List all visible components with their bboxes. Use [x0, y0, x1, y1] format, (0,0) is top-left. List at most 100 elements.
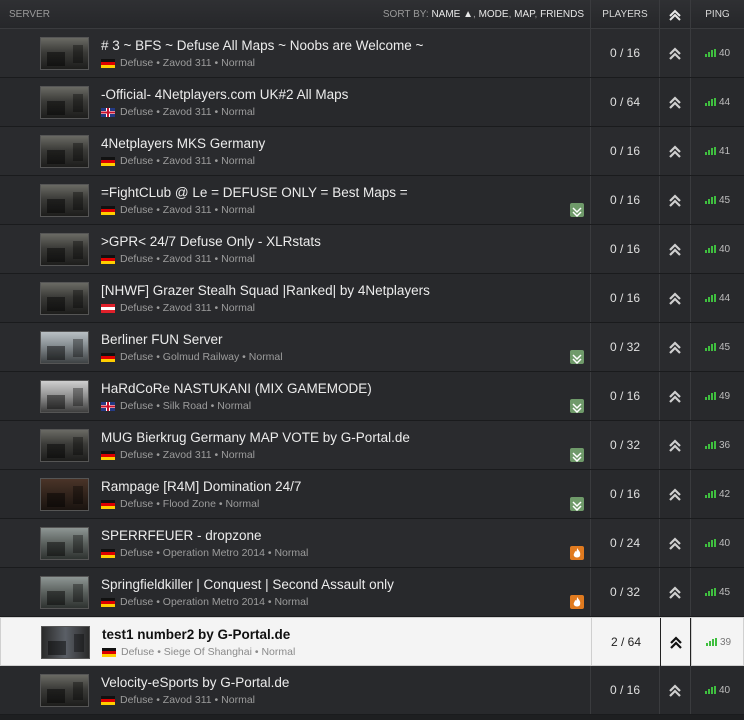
ranked-badge-icon [570, 203, 584, 217]
rank-chevron-icon [669, 9, 681, 21]
server-info: >GPR< 24/7 Defuse Only - XLRstats Defuse… [0, 225, 590, 273]
country-flag-icon [101, 352, 115, 362]
server-name: HaRdCoRe NASTUKANI (MIX GAMEMODE) [101, 381, 372, 396]
signal-bars-icon [704, 245, 716, 253]
server-row[interactable]: [NHWF] Grazer Stealh Squad |Ranked| by 4… [0, 274, 744, 323]
server-row[interactable]: MUG Bierkrug Germany MAP VOTE by G-Porta… [0, 421, 744, 470]
rank-chevron-icon [669, 586, 681, 599]
ping-value: 45 [718, 341, 731, 353]
rank-chevron-icon [669, 439, 681, 452]
map-thumbnail [40, 331, 89, 364]
server-mode: Defuse [120, 498, 154, 510]
country-flag-icon [101, 401, 115, 411]
server-info: Velocity-eSports by G-Portal.de Defuse •… [0, 666, 590, 714]
column-players[interactable]: PLAYERS [590, 0, 659, 29]
server-map: Golmud Railway [162, 351, 240, 363]
ping-value: 42 [718, 488, 731, 500]
server-row[interactable]: SPERRFEUER - dropzone Defuse • Operation… [0, 519, 744, 568]
ranked-badge-icon [570, 497, 584, 511]
server-row[interactable]: Rampage [R4M] Domination 24/7 Defuse • F… [0, 470, 744, 519]
player-count: 0 / 32 [590, 568, 659, 616]
map-thumbnail [40, 233, 89, 266]
server-row[interactable]: >GPR< 24/7 Defuse Only - XLRstats Defuse… [0, 225, 744, 274]
player-count: 0 / 16 [590, 470, 659, 518]
server-preset: Normal [221, 302, 255, 314]
signal-bars-icon [704, 294, 716, 302]
rank-chevron-icon [669, 488, 681, 501]
server-map: Siege Of Shanghai [163, 646, 252, 658]
map-thumbnail [40, 86, 89, 119]
signal-bars-icon [704, 49, 716, 57]
sort-option-name[interactable]: NAME ▲ [431, 9, 473, 20]
rank-chevron-icon [669, 47, 681, 60]
country-flag-icon [101, 58, 115, 68]
server-map: Zavod 311 [162, 302, 212, 314]
server-info: MUG Bierkrug Germany MAP VOTE by G-Porta… [0, 421, 590, 469]
player-count: 0 / 16 [590, 666, 659, 714]
ping-value: 45 [718, 194, 731, 206]
server-preset: Normal [221, 57, 255, 69]
server-info: test1 number2 by G-Portal.de Defuse • Si… [1, 618, 591, 666]
server-map: Silk Road [162, 400, 208, 412]
server-preset: Normal [221, 694, 255, 706]
server-info: [NHWF] Grazer Stealh Squad |Ranked| by 4… [0, 274, 590, 322]
rank-chevron-icon [669, 292, 681, 305]
rank-chevron-icon [669, 341, 681, 354]
server-row[interactable]: =FightCLub @ Le = DEFUSE ONLY = Best Map… [0, 176, 744, 225]
country-flag-icon [101, 597, 115, 607]
server-ping: 40 [690, 666, 744, 714]
server-info: Springfieldkiller | Conquest | Second As… [0, 568, 590, 616]
server-details: Defuse • Zavod 311 • Normal [101, 449, 255, 461]
sort-option-friends[interactable]: FRIENDS [540, 9, 584, 20]
map-thumbnail [40, 527, 89, 560]
server-row[interactable]: Berliner FUN Server Defuse • Golmud Rail… [0, 323, 744, 372]
server-list-header: SERVER SORT BY: NAME ▲, MODE, MAP, FRIEN… [0, 0, 744, 29]
server-ping: 45 [690, 176, 744, 224]
column-rank[interactable] [659, 0, 690, 29]
column-ping[interactable]: PING [690, 0, 744, 29]
ping-value: 36 [718, 439, 731, 451]
server-rank [659, 372, 690, 420]
server-map: Flood Zone [162, 498, 216, 510]
server-preset: Normal [221, 253, 255, 265]
rank-chevron-icon [669, 537, 681, 550]
server-ping: 44 [690, 78, 744, 126]
ping-value: 40 [718, 684, 731, 696]
sort-option-mode[interactable]: MODE [479, 9, 509, 20]
server-preset: Normal [261, 646, 296, 658]
rank-chevron-icon [669, 194, 681, 207]
server-ping: 44 [690, 274, 744, 322]
server-info: SPERRFEUER - dropzone Defuse • Operation… [0, 519, 590, 567]
server-name: -Official- 4Netplayers.com UK#2 All Maps [101, 87, 349, 102]
server-name: Berliner FUN Server [101, 332, 223, 347]
map-thumbnail [40, 674, 89, 707]
server-row[interactable]: # 3 ~ BFS ~ Defuse All Maps ~ Noobs are … [0, 29, 744, 78]
server-row[interactable]: Springfieldkiller | Conquest | Second As… [0, 568, 744, 617]
server-name: 4Netplayers MKS Germany [101, 136, 266, 151]
server-ping: 36 [690, 421, 744, 469]
player-count: 0 / 16 [590, 274, 659, 322]
rank-chevron-icon [669, 96, 681, 109]
server-info: =FightCLub @ Le = DEFUSE ONLY = Best Map… [0, 176, 590, 224]
server-rank [659, 323, 690, 371]
map-thumbnail [40, 478, 89, 511]
sort-option-map[interactable]: MAP [514, 9, 534, 20]
ping-value: 44 [718, 96, 731, 108]
server-details: Defuse • Siege Of Shanghai • Normal [102, 646, 295, 658]
server-row[interactable]: test1 number2 by G-Portal.de Defuse • Si… [0, 617, 744, 666]
column-server[interactable]: SERVER [9, 9, 50, 20]
server-row[interactable]: -Official- 4Netplayers.com UK#2 All Maps… [0, 78, 744, 127]
server-preset: Normal [274, 547, 309, 559]
server-rank [659, 274, 690, 322]
server-name: SPERRFEUER - dropzone [101, 528, 262, 543]
ranked-badge-icon [570, 399, 584, 413]
rank-chevron-icon [669, 243, 681, 256]
server-row[interactable]: 4Netplayers MKS Germany Defuse • Zavod 3… [0, 127, 744, 176]
server-row[interactable]: HaRdCoRe NASTUKANI (MIX GAMEMODE) Defuse… [0, 372, 744, 421]
server-details: Defuse • Zavod 311 • Normal [101, 302, 255, 314]
server-details: Defuse • Operation Metro 2014 • Normal [101, 547, 308, 559]
server-map: Zavod 311 [162, 204, 212, 216]
signal-bars-icon [704, 588, 716, 596]
server-row[interactable]: Velocity-eSports by G-Portal.de Defuse •… [0, 666, 744, 715]
map-thumbnail [40, 380, 89, 413]
